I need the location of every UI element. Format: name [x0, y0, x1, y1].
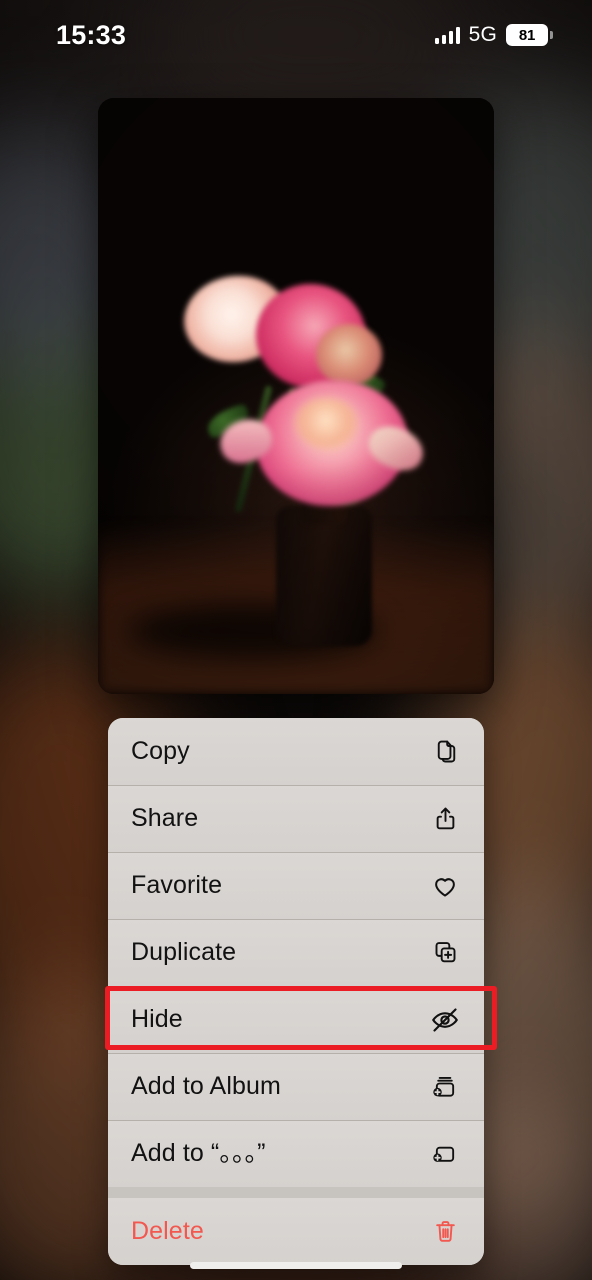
menu-item-favorite[interactable]: Favorite [108, 852, 484, 919]
menu-item-label: Delete [131, 1217, 204, 1245]
home-indicator[interactable] [190, 1262, 402, 1269]
duplicate-icon [428, 936, 462, 970]
menu-item-label: Share [131, 804, 199, 832]
photo-preview[interactable] [98, 98, 494, 694]
eye-slash-icon [428, 1003, 462, 1037]
menu-item-label: Add to “。。。” [131, 1139, 266, 1167]
status-bar: 15:33 5G 81 [0, 0, 592, 70]
phone-screen: 15:33 5G 81 Copy Share Favorite Duplicat… [0, 0, 592, 1280]
add-to-folder-icon [428, 1137, 462, 1171]
menu-item-label: Duplicate [131, 938, 237, 966]
photo-image [98, 98, 494, 694]
copy-icon [428, 735, 462, 769]
menu-item-copy[interactable]: Copy [108, 718, 484, 785]
menu-section-divider [108, 1187, 484, 1198]
menu-item-label: Favorite [131, 871, 223, 899]
add-to-album-icon [428, 1070, 462, 1104]
status-bar-clock: 15:33 [56, 19, 127, 50]
photo-context-menu: Copy Share Favorite Duplicate Hide Add t… [108, 718, 484, 1265]
network-type-label: 5G [468, 23, 497, 46]
menu-item-add-to-folder[interactable]: Add to “。。。” [108, 1120, 484, 1187]
battery-percentage: 81 [518, 26, 536, 44]
menu-item-add-to-album[interactable]: Add to Album [108, 1053, 484, 1120]
status-bar-indicators: 5G 81 [434, 23, 553, 47]
share-icon [428, 802, 462, 836]
signal-bars-icon [434, 26, 460, 44]
menu-item-duplicate[interactable]: Duplicate [108, 919, 484, 986]
menu-item-label: Add to Album [131, 1072, 281, 1100]
menu-item-label: Copy [131, 737, 190, 765]
menu-item-share[interactable]: Share [108, 785, 484, 852]
battery-icon: 81 [506, 24, 553, 46]
menu-item-hide[interactable]: Hide [108, 986, 484, 1053]
trash-icon [428, 1215, 462, 1249]
menu-item-label: Hide [131, 1005, 183, 1033]
heart-icon [428, 869, 462, 903]
menu-item-delete[interactable]: Delete [108, 1198, 484, 1265]
